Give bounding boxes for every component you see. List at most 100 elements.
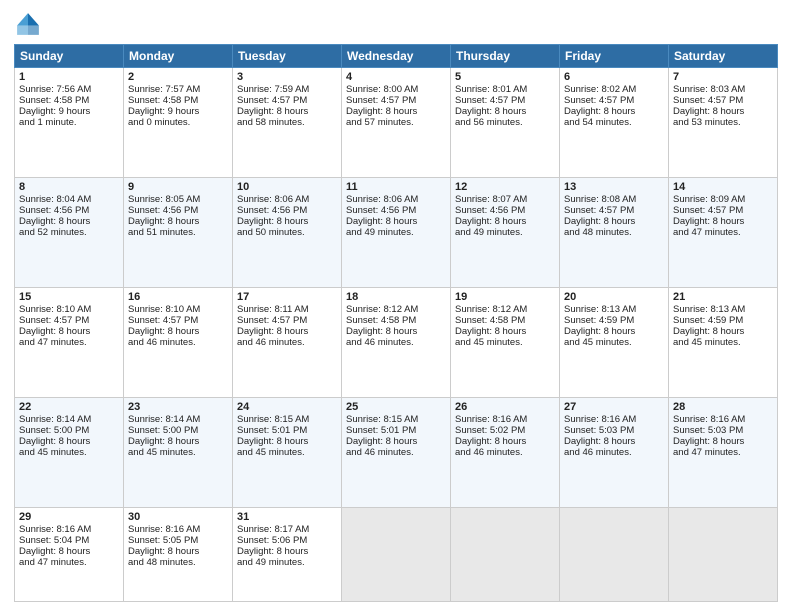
day-info: Daylight: 8 hours xyxy=(346,216,446,227)
day-info: Sunrise: 7:56 AM xyxy=(19,84,119,95)
day-info: Sunset: 5:02 PM xyxy=(455,425,555,436)
day-info: and 1 minute. xyxy=(19,117,119,128)
day-info: Sunrise: 8:10 AM xyxy=(128,304,228,315)
day-info: Daylight: 8 hours xyxy=(128,326,228,337)
day-number: 3 xyxy=(237,71,337,83)
day-number: 31 xyxy=(237,511,337,523)
day-info: Daylight: 8 hours xyxy=(128,436,228,447)
day-info: Daylight: 8 hours xyxy=(346,436,446,447)
day-info: Sunset: 5:05 PM xyxy=(128,535,228,546)
day-info: Sunrise: 8:11 AM xyxy=(237,304,337,315)
day-info: Sunset: 4:57 PM xyxy=(346,95,446,106)
day-info: Sunrise: 8:16 AM xyxy=(673,414,773,425)
day-info: and 54 minutes. xyxy=(564,117,664,128)
day-info: Daylight: 8 hours xyxy=(19,546,119,557)
day-info: Daylight: 8 hours xyxy=(455,106,555,117)
day-info: Sunrise: 8:06 AM xyxy=(346,194,446,205)
day-info: Daylight: 8 hours xyxy=(455,216,555,227)
col-header-monday: Monday xyxy=(124,45,233,68)
calendar-table: SundayMondayTuesdayWednesdayThursdayFrid… xyxy=(14,44,778,602)
day-number: 12 xyxy=(455,181,555,193)
calendar-cell: 1Sunrise: 7:56 AMSunset: 4:58 PMDaylight… xyxy=(15,68,124,178)
col-header-sunday: Sunday xyxy=(15,45,124,68)
calendar-cell: 23Sunrise: 8:14 AMSunset: 5:00 PMDayligh… xyxy=(124,398,233,508)
day-info: Daylight: 8 hours xyxy=(19,326,119,337)
day-number: 26 xyxy=(455,401,555,413)
day-info: Daylight: 8 hours xyxy=(19,436,119,447)
calendar-cell: 5Sunrise: 8:01 AMSunset: 4:57 PMDaylight… xyxy=(451,68,560,178)
day-info: Sunset: 4:57 PM xyxy=(19,315,119,326)
page: SundayMondayTuesdayWednesdayThursdayFrid… xyxy=(0,0,792,612)
day-info: Sunrise: 7:57 AM xyxy=(128,84,228,95)
day-info: Daylight: 8 hours xyxy=(346,326,446,337)
day-info: and 45 minutes. xyxy=(19,447,119,458)
day-number: 25 xyxy=(346,401,446,413)
calendar-cell xyxy=(560,508,669,602)
day-info: and 46 minutes. xyxy=(564,447,664,458)
calendar-cell: 22Sunrise: 8:14 AMSunset: 5:00 PMDayligh… xyxy=(15,398,124,508)
day-info: Sunset: 4:57 PM xyxy=(455,95,555,106)
header xyxy=(14,10,778,38)
day-info: Sunrise: 7:59 AM xyxy=(237,84,337,95)
day-info: and 56 minutes. xyxy=(455,117,555,128)
col-header-thursday: Thursday xyxy=(451,45,560,68)
day-info: and 47 minutes. xyxy=(19,337,119,348)
header-row: SundayMondayTuesdayWednesdayThursdayFrid… xyxy=(15,45,778,68)
calendar-cell: 27Sunrise: 8:16 AMSunset: 5:03 PMDayligh… xyxy=(560,398,669,508)
day-number: 2 xyxy=(128,71,228,83)
day-info: Sunset: 5:00 PM xyxy=(128,425,228,436)
week-row-1: 1Sunrise: 7:56 AMSunset: 4:58 PMDaylight… xyxy=(15,68,778,178)
day-info: Sunset: 4:56 PM xyxy=(346,205,446,216)
col-header-friday: Friday xyxy=(560,45,669,68)
day-info: Daylight: 9 hours xyxy=(128,106,228,117)
day-info: Sunrise: 8:15 AM xyxy=(346,414,446,425)
day-info: Sunrise: 8:07 AM xyxy=(455,194,555,205)
day-info: Sunrise: 8:10 AM xyxy=(19,304,119,315)
day-info: and 48 minutes. xyxy=(128,557,228,568)
calendar-cell: 29Sunrise: 8:16 AMSunset: 5:04 PMDayligh… xyxy=(15,508,124,602)
day-info: and 45 minutes. xyxy=(564,337,664,348)
day-number: 27 xyxy=(564,401,664,413)
calendar-cell: 7Sunrise: 8:03 AMSunset: 4:57 PMDaylight… xyxy=(669,68,778,178)
day-info: and 58 minutes. xyxy=(237,117,337,128)
day-info: Daylight: 8 hours xyxy=(128,216,228,227)
day-info: and 45 minutes. xyxy=(237,447,337,458)
calendar-cell xyxy=(451,508,560,602)
day-info: and 46 minutes. xyxy=(237,337,337,348)
day-number: 28 xyxy=(673,401,773,413)
day-info: Sunset: 5:00 PM xyxy=(19,425,119,436)
calendar-cell: 30Sunrise: 8:16 AMSunset: 5:05 PMDayligh… xyxy=(124,508,233,602)
day-info: and 49 minutes. xyxy=(455,227,555,238)
day-info: Sunrise: 8:08 AM xyxy=(564,194,664,205)
day-number: 1 xyxy=(19,71,119,83)
calendar-cell: 2Sunrise: 7:57 AMSunset: 4:58 PMDaylight… xyxy=(124,68,233,178)
day-info: Sunrise: 8:14 AM xyxy=(128,414,228,425)
day-info: Sunrise: 8:00 AM xyxy=(346,84,446,95)
day-info: and 51 minutes. xyxy=(128,227,228,238)
day-info: Sunset: 4:58 PM xyxy=(128,95,228,106)
calendar-cell: 9Sunrise: 8:05 AMSunset: 4:56 PMDaylight… xyxy=(124,178,233,288)
day-info: Sunset: 4:56 PM xyxy=(128,205,228,216)
calendar-cell: 24Sunrise: 8:15 AMSunset: 5:01 PMDayligh… xyxy=(233,398,342,508)
day-info: Sunset: 4:59 PM xyxy=(673,315,773,326)
week-row-2: 8Sunrise: 8:04 AMSunset: 4:56 PMDaylight… xyxy=(15,178,778,288)
day-info: and 47 minutes. xyxy=(19,557,119,568)
day-number: 10 xyxy=(237,181,337,193)
calendar-cell: 31Sunrise: 8:17 AMSunset: 5:06 PMDayligh… xyxy=(233,508,342,602)
logo-icon xyxy=(14,10,42,38)
day-info: Daylight: 8 hours xyxy=(237,326,337,337)
day-info: Daylight: 8 hours xyxy=(673,436,773,447)
day-number: 23 xyxy=(128,401,228,413)
day-info: and 47 minutes. xyxy=(673,227,773,238)
day-number: 11 xyxy=(346,181,446,193)
day-info: Daylight: 8 hours xyxy=(237,546,337,557)
col-header-tuesday: Tuesday xyxy=(233,45,342,68)
day-number: 29 xyxy=(19,511,119,523)
day-info: Sunset: 5:06 PM xyxy=(237,535,337,546)
day-info: Daylight: 8 hours xyxy=(237,216,337,227)
day-info: Sunset: 4:56 PM xyxy=(237,205,337,216)
day-info: Sunrise: 8:17 AM xyxy=(237,524,337,535)
day-info: and 45 minutes. xyxy=(128,447,228,458)
day-info: Sunset: 4:57 PM xyxy=(128,315,228,326)
day-info: and 53 minutes. xyxy=(673,117,773,128)
